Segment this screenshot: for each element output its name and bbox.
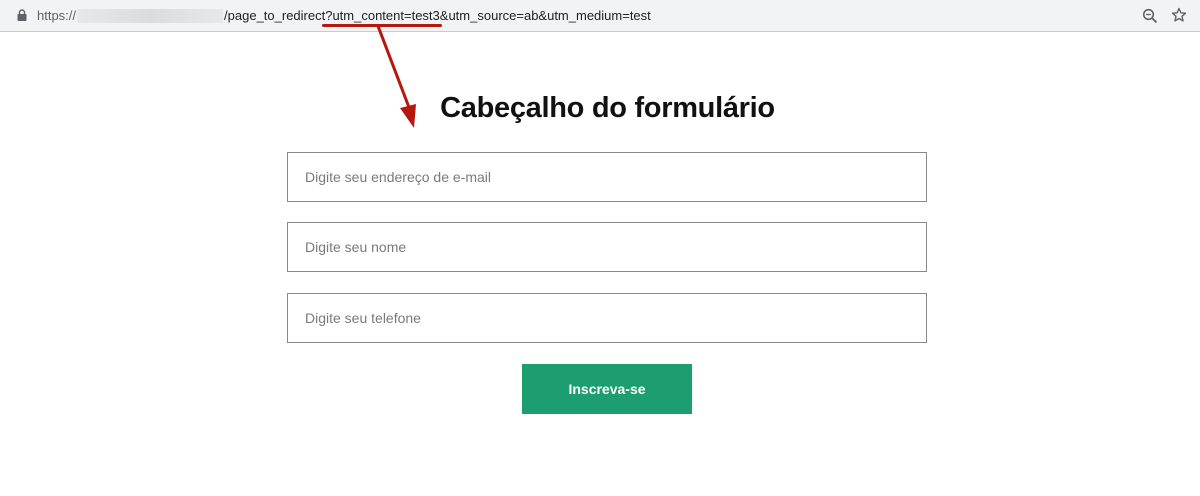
subscribe-button[interactable]: Inscreva-se: [522, 364, 692, 414]
url-field[interactable]: https:// /page_to_redirect ?utm_content=…: [37, 7, 651, 25]
browser-address-bar: https:// /page_to_redirect ?utm_content=…: [0, 0, 1200, 32]
redacted-domain: [77, 9, 224, 23]
url-path: /page_to_redirect: [224, 8, 326, 23]
url-query-rest: &utm_source=ab&utm_medium=test: [439, 8, 651, 23]
name-field[interactable]: [305, 223, 926, 271]
url-query-highlighted: ?utm_content=test3: [325, 8, 440, 23]
email-field-box[interactable]: [287, 152, 927, 202]
lock-icon: [17, 9, 27, 21]
bookmark-star-icon[interactable]: [1171, 7, 1187, 23]
name-field-box[interactable]: [287, 222, 927, 272]
url-scheme: https://: [37, 8, 77, 23]
phone-field-box[interactable]: [287, 293, 927, 343]
zoom-icon[interactable]: [1142, 8, 1158, 24]
email-field[interactable]: [305, 153, 926, 201]
phone-field[interactable]: [305, 294, 926, 342]
form-title: Cabeçalho do formulário: [440, 92, 775, 124]
